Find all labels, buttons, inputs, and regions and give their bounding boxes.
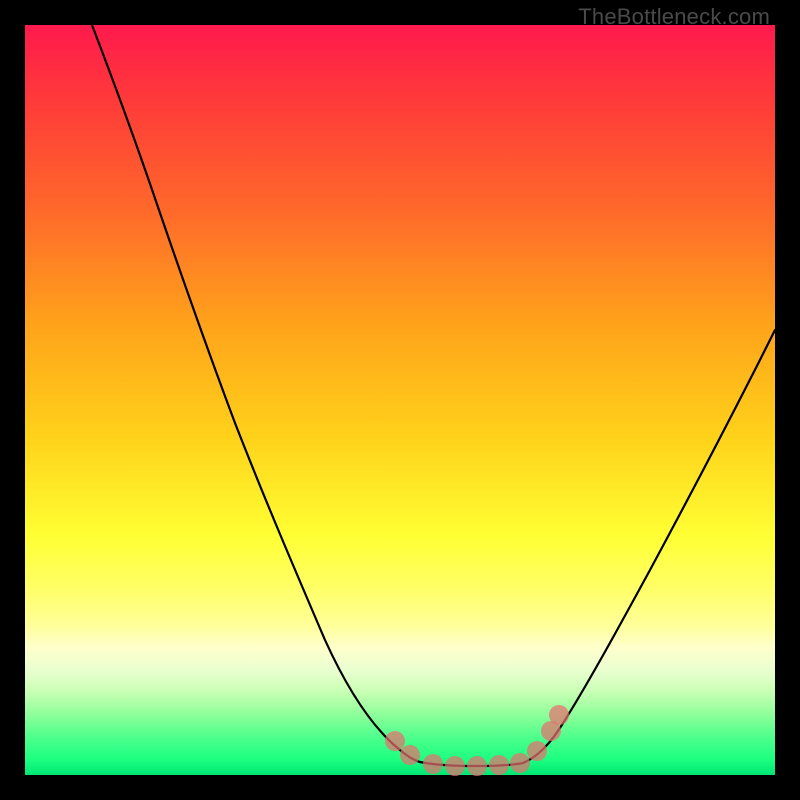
- marker-dot: [467, 756, 487, 776]
- marker-group: [385, 705, 569, 776]
- marker-dot: [489, 755, 509, 775]
- chart-overlay: [25, 25, 775, 775]
- marker-dot: [400, 745, 420, 765]
- chart-frame: TheBottleneck.com: [0, 0, 800, 800]
- marker-dot: [510, 753, 530, 773]
- left-branch-line: [92, 25, 420, 762]
- marker-dot: [445, 756, 465, 776]
- marker-dot: [385, 731, 405, 751]
- marker-dot: [423, 754, 443, 774]
- marker-dot: [549, 705, 569, 725]
- plot-area: [25, 25, 775, 775]
- marker-dot: [527, 741, 547, 761]
- right-branch-line: [523, 330, 775, 763]
